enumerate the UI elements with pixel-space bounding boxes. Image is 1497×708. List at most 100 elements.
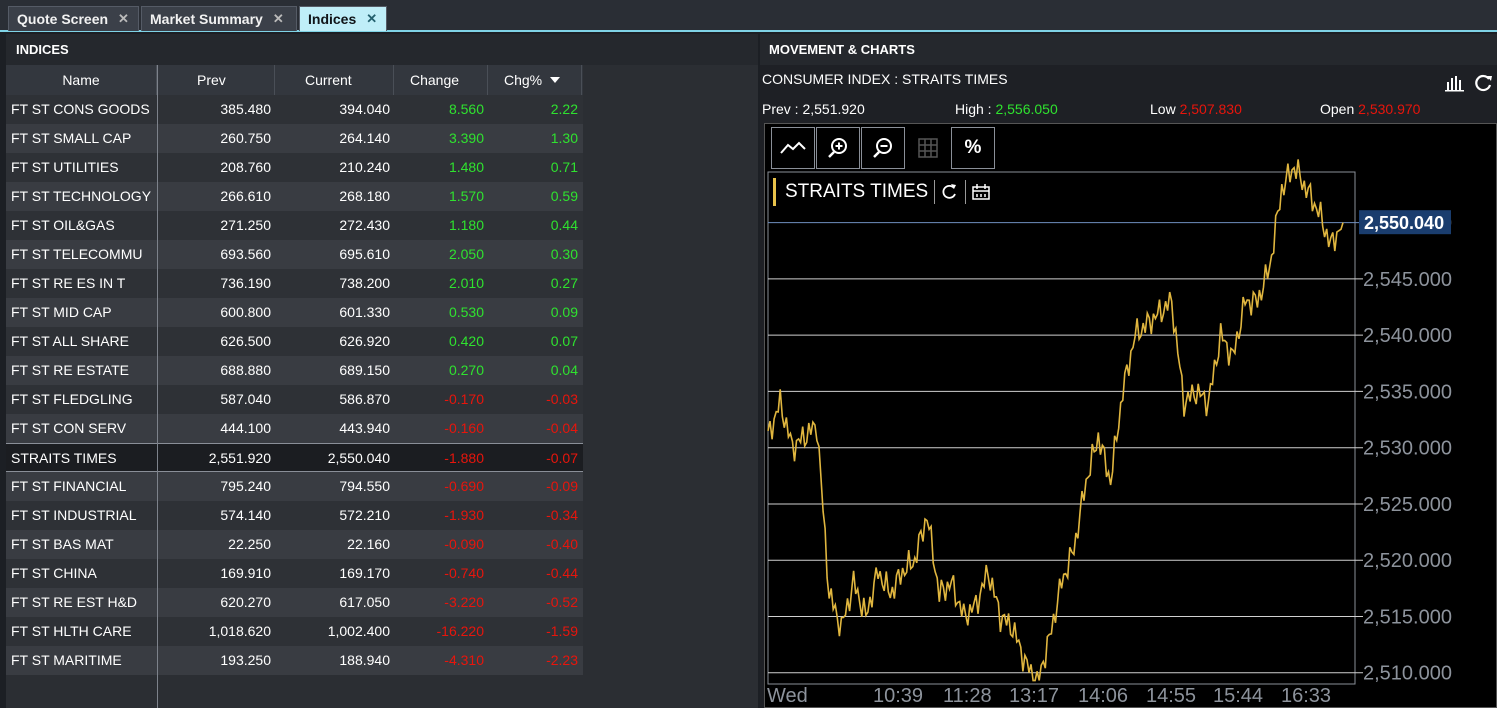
- chart-subtitle: CONSUMER INDEX : STRAITS TIMES: [762, 71, 1008, 87]
- cell-name: FT ST CHINA: [11, 565, 97, 581]
- column-header-prev[interactable]: Prev: [157, 65, 275, 95]
- cell-prev: 22.250: [228, 536, 271, 552]
- tab-quote-screen[interactable]: Quote Screen ✕: [8, 6, 139, 31]
- table-row[interactable]: FT ST MID CAP 600.800 601.330 0.530 0.09: [6, 298, 583, 327]
- column-header-chg-pct[interactable]: Chg%: [488, 65, 582, 95]
- table-row[interactable]: FT ST CON SERV 444.100 443.940 -0.160 -0.04: [6, 414, 583, 443]
- table-row[interactable]: FT ST RE EST H&D 620.270 617.050 -3.220 -0.5…: [6, 588, 583, 617]
- cell-chg-pct: 0.07: [550, 333, 578, 349]
- cell-prev: 600.800: [220, 304, 271, 320]
- calendar-icon[interactable]: [972, 183, 990, 201]
- x-tick-label: 16:33: [1281, 685, 1331, 707]
- stat-value: 2,551.920: [802, 101, 865, 117]
- cell-current: 586.870: [339, 391, 390, 407]
- cell-name: STRAITS TIMES: [11, 450, 117, 466]
- line-chart-button[interactable]: [771, 127, 815, 169]
- table-row[interactable]: FT ST UTILITIES 208.760 210.240 1.480 0.71: [6, 153, 583, 182]
- panel-title: MOVEMENT & CHARTS: [760, 34, 1497, 65]
- cell-prev: 587.040: [220, 391, 271, 407]
- stat-label: Open: [1320, 101, 1359, 117]
- cell-change: -0.090: [444, 536, 484, 552]
- close-icon[interactable]: ✕: [118, 11, 129, 27]
- table-row[interactable]: FT ST ALL SHARE 626.500 626.920 0.420 0.07: [6, 327, 583, 356]
- table-row[interactable]: FT ST TELECOMMU 693.560 695.610 2.050 0.30: [6, 240, 583, 269]
- table-row[interactable]: FT ST HLTH CARE 1,018.620 1,002.400 -16.220…: [6, 617, 583, 646]
- cell-prev: 444.100: [220, 420, 271, 436]
- table-row[interactable]: FT ST SMALL CAP 260.750 264.140 3.390 1.30: [6, 124, 583, 153]
- cell-name: FT ST FINANCIAL: [11, 478, 127, 494]
- cell-chg-pct: 0.27: [550, 275, 578, 291]
- column-header-name[interactable]: Name: [6, 65, 157, 95]
- cell-prev: 626.500: [220, 333, 271, 349]
- indices-panel: INDICES Name Prev Current Change Chg% FT…: [6, 34, 758, 708]
- cell-chg-pct: 0.71: [550, 159, 578, 175]
- grid-header: Name Prev Current Change Chg%: [6, 65, 583, 95]
- cell-prev: 620.270: [220, 594, 271, 610]
- cell-current: 272.430: [339, 217, 390, 233]
- y-tick-label: 2,515.000: [1363, 606, 1452, 628]
- cell-chg-pct: -0.07: [546, 450, 578, 466]
- x-tick-label: 15:44: [1213, 685, 1263, 707]
- cell-prev: 688.880: [220, 362, 271, 378]
- column-divider: [157, 65, 158, 708]
- cell-change: 0.530: [448, 304, 484, 320]
- table-row[interactable]: FT ST TECHNOLOGY 266.610 268.180 1.570 0.59: [6, 182, 583, 211]
- cell-chg-pct: 0.44: [550, 217, 578, 233]
- table-row[interactable]: FT ST OIL&GAS 271.250 272.430 1.180 0.44: [6, 211, 583, 240]
- caret-down-icon: [550, 77, 561, 83]
- tab-indices[interactable]: Indices ✕: [299, 6, 387, 31]
- cell-chg-pct: -0.52: [546, 594, 578, 610]
- cell-current: 210.240: [339, 159, 390, 175]
- cell-current: 1,002.400: [327, 623, 390, 639]
- tab-market-summary[interactable]: Market Summary ✕: [141, 6, 297, 31]
- cell-change: -1.930: [444, 507, 484, 523]
- close-icon[interactable]: ✕: [366, 11, 377, 27]
- table-row[interactable]: FT ST FLEDGLING 587.040 586.870 -0.170 -0.03: [6, 385, 583, 414]
- x-tick-label: 14:55: [1146, 685, 1196, 707]
- percent-button[interactable]: %: [951, 127, 995, 169]
- table-row[interactable]: FT ST RE ES IN T 736.190 738.200 2.010 0.27: [6, 269, 583, 298]
- table-row[interactable]: FT ST CHINA 169.910 169.170 -0.740 -0.44: [6, 559, 583, 588]
- cell-chg-pct: 2.22: [550, 101, 578, 117]
- cell-change: -16.220: [436, 623, 484, 639]
- table-row[interactable]: FT ST MARITIME 193.250 188.940 -4.310 -2.23: [6, 646, 583, 675]
- legend-divider: [934, 180, 936, 204]
- column-header-label: Chg%: [504, 72, 543, 88]
- last-value-label: 2,550.040: [1364, 213, 1444, 233]
- stat-open: Open 2,530.970: [1320, 101, 1420, 117]
- close-icon[interactable]: ✕: [273, 11, 284, 27]
- cell-change: 2.010: [448, 275, 484, 291]
- cell-name: FT ST SMALL CAP: [11, 130, 132, 146]
- x-tick-label: 14:06: [1078, 685, 1128, 707]
- reload-icon[interactable]: [941, 182, 959, 202]
- stat-value: 2,507.830: [1179, 101, 1242, 117]
- cell-prev: 574.140: [220, 507, 271, 523]
- price-chart: 2,510.000 2,515.000 2,520.000 2,525.000 2,53…: [767, 159, 1452, 707]
- table-row[interactable]: FT ST BAS MAT 22.250 22.160 -0.090 -0.40: [6, 530, 583, 559]
- chart-stats: Prev : 2,551.920 High : 2,556.050 Low 2,…: [762, 101, 1492, 121]
- column-header-current[interactable]: Current: [275, 65, 394, 95]
- table-row[interactable]: FT ST RE ESTATE 688.880 689.150 0.270 0.04: [6, 356, 583, 385]
- cell-chg-pct: -2.23: [546, 652, 578, 668]
- cell-name: FT ST FLEDGLING: [11, 391, 133, 407]
- table-row[interactable]: STRAITS TIMES 2,551.920 2,550.040 -1.880 -0.…: [6, 443, 583, 472]
- cell-name: FT ST HLTH CARE: [11, 623, 132, 639]
- cell-chg-pct: -0.03: [546, 391, 578, 407]
- cell-current: 443.940: [339, 420, 390, 436]
- cell-current: 617.050: [339, 594, 390, 610]
- bar-chart-icon[interactable]: [1445, 74, 1465, 92]
- grid-button[interactable]: [906, 127, 950, 169]
- zoom-out-button[interactable]: [861, 127, 905, 169]
- refresh-icon[interactable]: [1475, 74, 1493, 92]
- column-header-change[interactable]: Change: [394, 65, 488, 95]
- percent-icon: %: [964, 137, 982, 158]
- zoom-in-button[interactable]: [816, 127, 860, 169]
- cell-change: -0.160: [444, 420, 484, 436]
- chart-area: 2,510.000 2,515.000 2,520.000 2,525.000 2,53…: [764, 123, 1497, 708]
- zoom-in-icon: [828, 138, 847, 158]
- zoom-out-icon: [873, 138, 892, 158]
- cell-prev: 795.240: [220, 478, 271, 494]
- table-row[interactable]: FT ST INDUSTRIAL 574.140 572.210 -1.930 -0.3…: [6, 501, 583, 530]
- table-row[interactable]: FT ST FINANCIAL 795.240 794.550 -0.690 -0.09: [6, 472, 583, 501]
- table-row[interactable]: FT ST CONS GOODS 385.480 394.040 8.560 2.22: [6, 95, 583, 124]
